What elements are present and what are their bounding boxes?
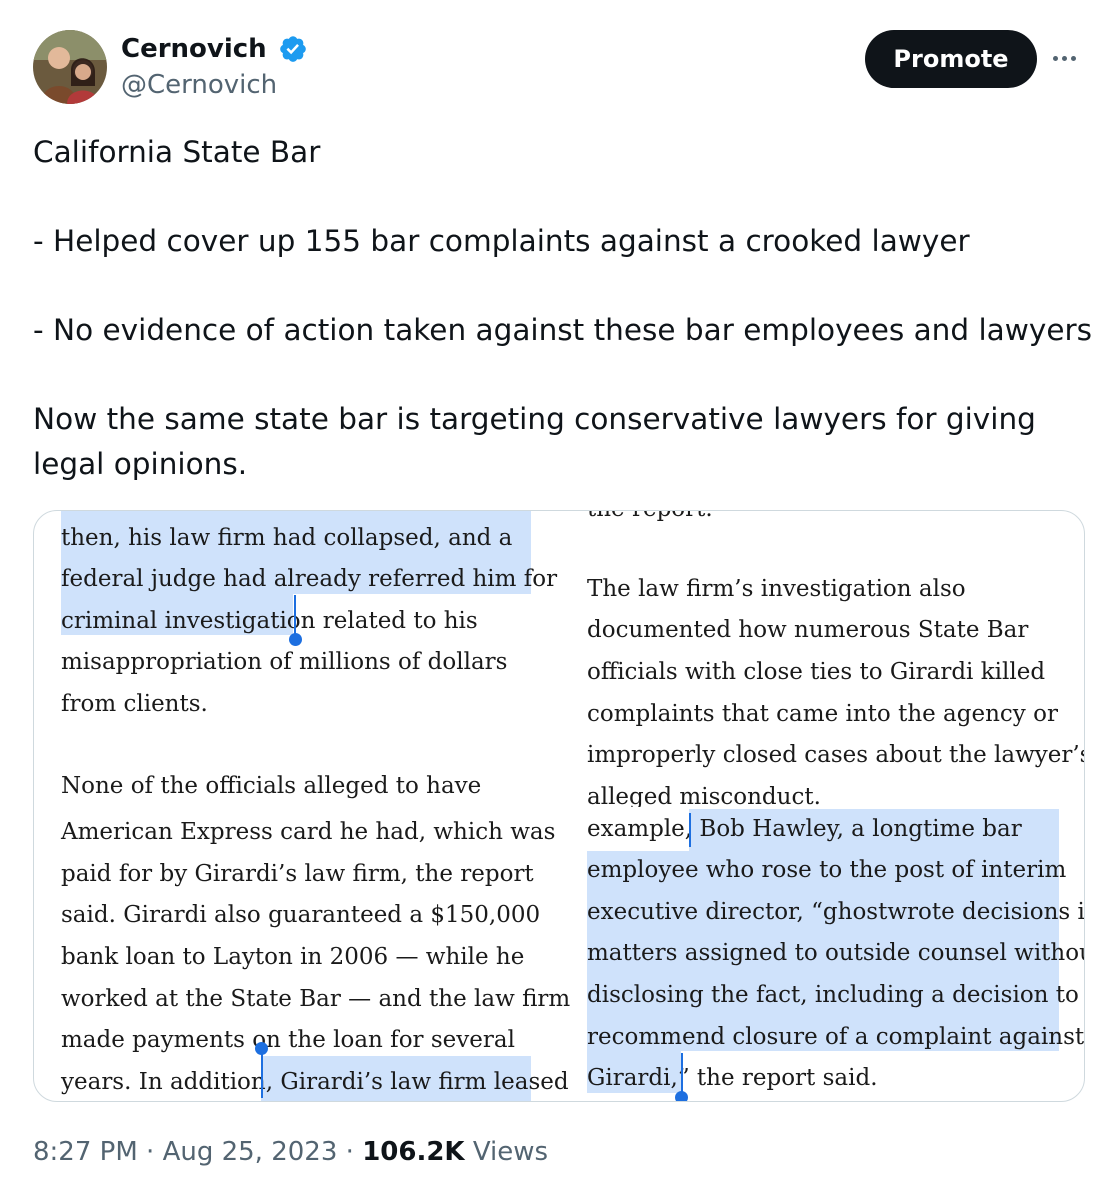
article-line: paid for by Girardi’s law firm, the repo… [61,861,534,887]
tweet-time[interactable]: 8:27 PM [33,1137,138,1167]
author-handle[interactable]: @Cernovich [121,66,308,104]
tweet-paragraph: Now the same state bar is targeting cons… [33,402,1036,481]
tweet-paragraph: - No evidence of action taken against th… [33,313,1092,347]
article-line: Girardi,” the report said. [587,1065,878,1091]
article-line: officials with close ties to Girardi kil… [587,659,1046,685]
selection-end-caret [294,595,296,635]
meta-separator: · [137,1137,163,1167]
tweet-text: California State Bar - Helped cover up 1… [33,130,1093,487]
article-line: then, his law firm had collapsed, and a [61,525,513,551]
selection-start-caret [261,1051,263,1098]
tweet-header: Cernovich @Cernovich Promote [33,28,1083,108]
tweet-paragraph: California State Bar [33,135,321,169]
more-options-icon[interactable] [1053,48,1083,68]
article-line: None of the officials alleged to have [61,773,482,799]
display-name[interactable]: Cernovich [121,32,267,66]
tweet-date[interactable]: Aug 25, 2023 [163,1137,338,1167]
article-line: bank loan to Layton in 2006 — while he [61,944,525,970]
article-line: federal judge had already referred him f… [61,566,558,592]
views-label[interactable]: Views [473,1137,548,1167]
article-line: complaints that came into the agency or [587,701,1058,727]
article-line: American Express card he had, which was [61,819,556,845]
selection-end-handle[interactable] [289,633,302,646]
article-line: criminal investigation related to his [61,608,478,634]
article-line: recommend closure of a complaint against [587,1024,1085,1050]
selection-start-caret [689,813,691,847]
tweet-meta: 8:27 PM · Aug 25, 2023 · 106.2K Views [33,1132,548,1172]
selection-end-caret [681,1053,683,1093]
article-line: employee who rose to the post of interim [587,857,1067,883]
article-line: made payments on the loan for several [61,1027,515,1053]
article-line: years. In addition, Girardi’s law firm l… [61,1069,569,1095]
article-line: misappropriation of millions of dollars [61,649,508,675]
article-line: disclosing the fact, including a decisio… [587,982,1079,1008]
article-line: documented how numerous State Bar [587,617,1029,643]
tweet-media-image[interactable]: then, his law firm had collapsed, and a … [33,510,1085,1102]
author-block: Cernovich @Cernovich [121,32,308,104]
meta-separator: · [337,1137,363,1167]
article-line: worked at the State Bar — and the law fi… [61,986,571,1012]
article-line: improperly closed cases about the lawyer… [587,742,1085,768]
selection-end-handle[interactable] [675,1091,688,1101]
article-line: example, Bob Hawley, a longtime bar [587,816,1022,842]
article-line: The law firm’s investigation also [587,576,966,602]
avatar[interactable] [33,30,107,104]
promote-button[interactable]: Promote [865,30,1037,88]
article-line: matters assigned to outside counsel with… [587,940,1085,966]
views-count[interactable]: 106.2K [362,1137,464,1167]
selection-start-handle[interactable] [255,1042,268,1055]
article-line: said. Girardi also guaranteed a $150,000 [61,902,541,928]
article-line: from clients. [61,691,208,717]
article-line: the report. [587,511,713,529]
verified-badge-icon[interactable] [278,34,308,64]
tweet-paragraph: - Helped cover up 155 bar complaints aga… [33,224,970,258]
article-line: executive director, “ghostwrote decision… [587,899,1085,925]
article-line: alleged misconduct. [587,784,821,807]
